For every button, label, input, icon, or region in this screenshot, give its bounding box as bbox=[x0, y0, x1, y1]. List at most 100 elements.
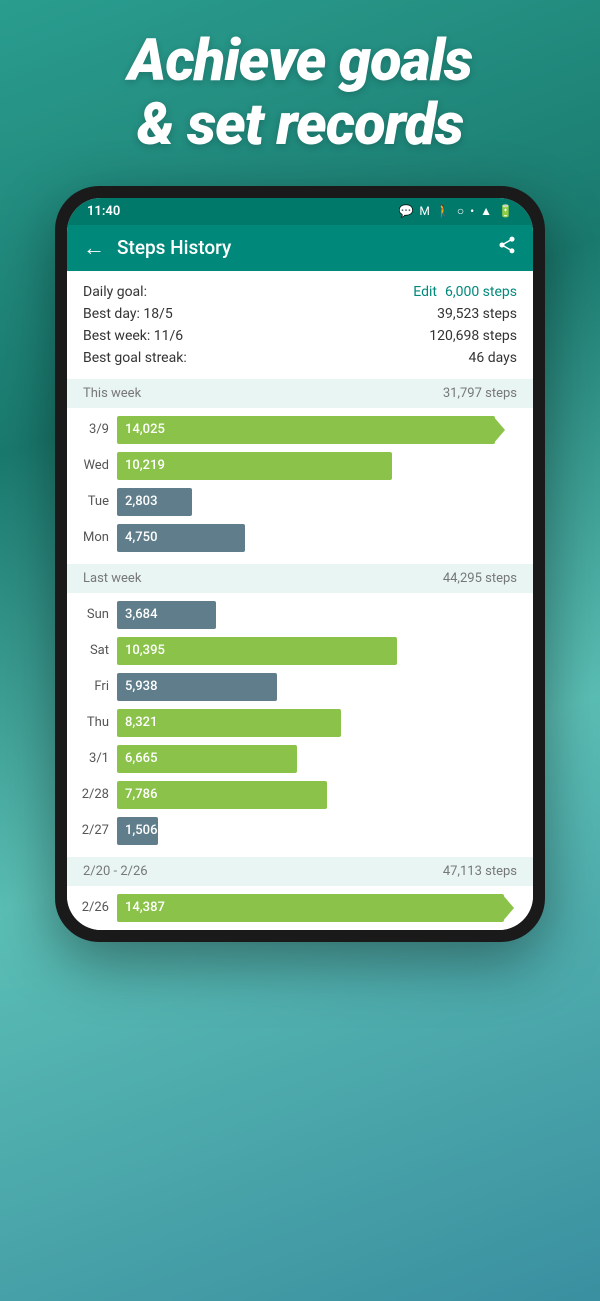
this-week-section: This week 31,797 steps bbox=[67, 379, 533, 408]
bar-row: 3/16,665 bbox=[67, 741, 533, 777]
gmail-icon: M bbox=[419, 204, 429, 218]
this-week-bars: 3/9 14,025 Wed 10,219 Tue 2,803 Mon 4,750 bbox=[67, 408, 533, 560]
last-week-header: Last week 44,295 steps bbox=[67, 564, 533, 593]
phone-screen: 11:40 💬 M 🚶 ○ • ▲ 🔋 ← Steps History bbox=[67, 198, 533, 930]
best-streak-value: 46 days bbox=[469, 350, 517, 366]
step-bar[interactable]: 1,506 bbox=[117, 817, 158, 845]
status-icons: 💬 M 🚶 ○ • ▲ 🔋 bbox=[398, 204, 513, 218]
best-day-label: Best day: 18/5 bbox=[83, 306, 173, 322]
bar-value-label: 14,387 bbox=[125, 900, 165, 915]
week2-label: 2/20 - 2/26 bbox=[83, 864, 148, 879]
status-bar: 11:40 💬 M 🚶 ○ • ▲ 🔋 bbox=[67, 198, 533, 225]
step-bar[interactable]: 2,803 bbox=[117, 488, 192, 516]
bar-row: Tue 2,803 bbox=[67, 484, 533, 520]
bar-container: 10,395 bbox=[117, 637, 521, 665]
bar-container: 1,506 bbox=[117, 817, 521, 845]
bar-day-label: 2/28 bbox=[79, 787, 109, 802]
bar-row: 2/26 14,387 bbox=[67, 890, 533, 926]
step-bar[interactable]: 14,387 bbox=[117, 894, 504, 922]
back-button[interactable]: ← bbox=[83, 235, 105, 261]
this-week-total: 31,797 steps bbox=[443, 386, 517, 401]
this-week-header: This week 31,797 steps bbox=[67, 379, 533, 408]
bar-container: 8,321 bbox=[117, 709, 521, 737]
last-week-label: Last week bbox=[83, 571, 141, 586]
step-bar[interactable]: 3,684 bbox=[117, 601, 216, 629]
bar-value-label: 8,321 bbox=[125, 715, 157, 730]
hero-title: Achieve goals & set records bbox=[128, 30, 472, 158]
week2-header: 2/20 - 2/26 47,113 steps bbox=[67, 857, 533, 886]
bar-row: Sun 3,684 bbox=[67, 597, 533, 633]
this-week-label: This week bbox=[83, 386, 141, 401]
best-day-row: Best day: 18/5 39,523 steps bbox=[83, 303, 517, 325]
last-week-total: 44,295 steps bbox=[443, 571, 517, 586]
bar-day-label: Sun bbox=[79, 607, 109, 622]
bar-day-label: Tue bbox=[79, 494, 109, 509]
bar-container: 14,387 bbox=[117, 894, 521, 922]
bar-arrow-icon bbox=[493, 416, 505, 444]
bar-row: Sat 10,395 bbox=[67, 633, 533, 669]
bar-day-label: 2/26 bbox=[79, 900, 109, 915]
bar-day-label: Wed bbox=[79, 458, 109, 473]
bar-value-label: 10,219 bbox=[125, 458, 165, 473]
daily-goal-value: 6,000 steps bbox=[445, 284, 517, 300]
step-bar[interactable]: 7,786 bbox=[117, 781, 327, 809]
best-week-label: Best week: 11/6 bbox=[83, 328, 183, 344]
phone-frame: 11:40 💬 M 🚶 ○ • ▲ 🔋 ← Steps History bbox=[55, 186, 545, 942]
circle-icon: ○ bbox=[457, 204, 464, 218]
step-bar[interactable]: 10,395 bbox=[117, 637, 397, 665]
bar-container: 10,219 bbox=[117, 452, 521, 480]
bar-arrow-icon bbox=[502, 894, 514, 922]
bar-container: 2,803 bbox=[117, 488, 521, 516]
bar-row: Wed 10,219 bbox=[67, 448, 533, 484]
share-button[interactable] bbox=[497, 235, 517, 260]
bar-row: Thu 8,321 bbox=[67, 705, 533, 741]
bar-row: Mon 4,750 bbox=[67, 520, 533, 556]
wifi-icon: ▲ bbox=[480, 204, 492, 218]
bar-value-label: 5,938 bbox=[125, 679, 157, 694]
bar-value-label: 4,750 bbox=[125, 530, 157, 545]
step-bar[interactable]: 6,665 bbox=[117, 745, 297, 773]
step-bar[interactable]: 4,750 bbox=[117, 524, 245, 552]
edit-button[interactable]: Edit bbox=[413, 284, 437, 300]
step-bar[interactable]: 10,219 bbox=[117, 452, 392, 480]
bar-value-label: 2,803 bbox=[125, 494, 157, 509]
bar-container: 6,665 bbox=[117, 745, 521, 773]
week2-section: 2/20 - 2/26 47,113 steps bbox=[67, 857, 533, 886]
last-week-section: Last week 44,295 steps bbox=[67, 564, 533, 593]
bar-day-label: Thu bbox=[79, 715, 109, 730]
battery-icon: 🔋 bbox=[498, 204, 513, 218]
status-time: 11:40 bbox=[87, 204, 120, 219]
best-week-row: Best week: 11/6 120,698 steps bbox=[83, 325, 517, 347]
bar-row: 2/28 7,786 bbox=[67, 777, 533, 813]
step-bar[interactable]: 5,938 bbox=[117, 673, 277, 701]
best-day-value: 39,523 steps bbox=[437, 306, 517, 322]
dot-icon: • bbox=[470, 204, 474, 218]
daily-goal-right: Edit 6,000 steps bbox=[413, 284, 517, 300]
last-week-bars: Sun 3,684 Sat 10,395 Fri 5,938 Thu 8,321 3/16,66… bbox=[67, 593, 533, 853]
bar-day-label: Fri bbox=[79, 679, 109, 694]
steps-icon: 🚶 bbox=[436, 204, 451, 218]
bar-row: 2/271,506 bbox=[67, 813, 533, 849]
bar-row: 3/9 14,025 bbox=[67, 412, 533, 448]
bar-value-label: 7,786 bbox=[125, 787, 157, 802]
bar-container: 14,025 bbox=[117, 416, 521, 444]
bar-day-label: 3/9 bbox=[79, 422, 109, 437]
stats-section: Daily goal: Edit 6,000 steps Best day: 1… bbox=[67, 271, 533, 375]
messenger-icon: 💬 bbox=[398, 204, 413, 218]
week2-bars: 2/26 14,387 bbox=[67, 886, 533, 930]
bar-day-label: Sat bbox=[79, 643, 109, 658]
app-bar: ← Steps History bbox=[67, 225, 533, 271]
bar-value-label: 10,395 bbox=[125, 643, 165, 658]
bar-container: 7,786 bbox=[117, 781, 521, 809]
step-bar[interactable]: 8,321 bbox=[117, 709, 341, 737]
bar-container: 4,750 bbox=[117, 524, 521, 552]
step-bar[interactable]: 14,025 bbox=[117, 416, 495, 444]
bar-container: 5,938 bbox=[117, 673, 521, 701]
daily-goal-label: Daily goal: bbox=[83, 284, 147, 300]
best-streak-row: Best goal streak: 46 days bbox=[83, 347, 517, 369]
hero-line2: & set records bbox=[137, 91, 463, 159]
hero-line1: Achieve goals bbox=[128, 27, 472, 95]
bar-day-label: Mon bbox=[79, 530, 109, 545]
best-week-value: 120,698 steps bbox=[429, 328, 517, 344]
hero-section: Achieve goals & set records bbox=[128, 30, 472, 158]
